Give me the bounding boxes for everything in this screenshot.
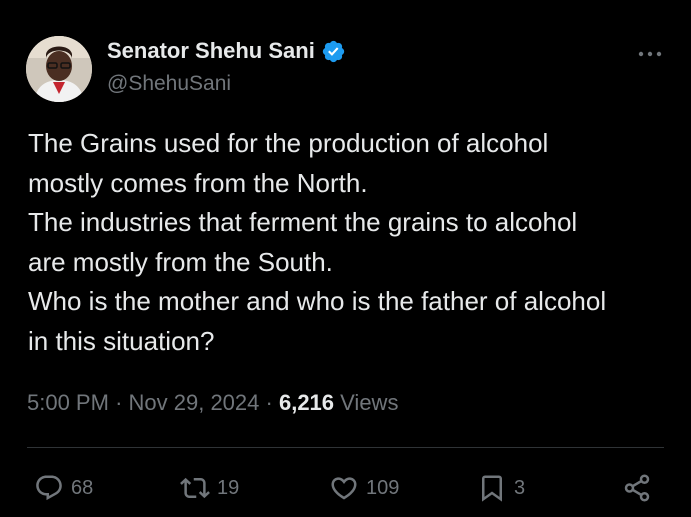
verified-badge-icon [322, 40, 345, 62]
author-handle[interactable]: @ShehuSani [107, 72, 231, 96]
reply-button[interactable]: 68 [34, 466, 93, 510]
divider [27, 447, 664, 448]
bookmark-button[interactable]: 3 [477, 466, 525, 510]
avatar[interactable] [26, 36, 92, 102]
tweet-text-line: Who is the mother and who is the father … [28, 286, 607, 316]
tweet-meta: 5:00 PM · Nov 29, 2024 · 6,216 Views [27, 390, 398, 416]
views-label: Views [340, 390, 399, 415]
more-options-icon[interactable] [636, 44, 664, 64]
tweet-text: The Grains used for the production of al… [28, 124, 678, 361]
tweet-time[interactable]: 5:00 PM [27, 390, 109, 415]
share-button[interactable] [622, 466, 652, 510]
heart-icon [331, 477, 357, 500]
tweet-text-line: The Grains used for the production of al… [28, 128, 549, 158]
retweet-icon [180, 477, 210, 499]
meta-separator: · [115, 390, 123, 415]
reply-count: 68 [71, 476, 94, 499]
like-button[interactable]: 109 [329, 466, 399, 510]
views-count: 6,216 [278, 390, 335, 415]
meta-separator: · [265, 390, 273, 415]
tweet-text-line: are mostly from the South. [28, 246, 333, 277]
reply-icon [36, 475, 62, 501]
like-count: 109 [366, 476, 400, 499]
tweet-text-line: mostly comes from the North. [28, 167, 368, 198]
tweet-date[interactable]: Nov 29, 2024 [129, 390, 260, 415]
bookmark-icon [482, 475, 502, 502]
share-icon [624, 474, 650, 502]
bookmark-count: 3 [514, 476, 526, 499]
action-bar: 68 19 109 3 [0, 466, 691, 510]
retweet-count: 19 [217, 476, 240, 499]
author-name-row[interactable]: Senator Shehu Sani [107, 38, 346, 64]
retweet-button[interactable]: 19 [180, 466, 239, 510]
avatar-image [26, 36, 92, 102]
author-name[interactable]: Senator Shehu Sani [107, 38, 315, 64]
tweet-text-line: The industries that ferment the grains t… [28, 207, 578, 237]
tweet-text-line: in this situation? [28, 325, 215, 356]
